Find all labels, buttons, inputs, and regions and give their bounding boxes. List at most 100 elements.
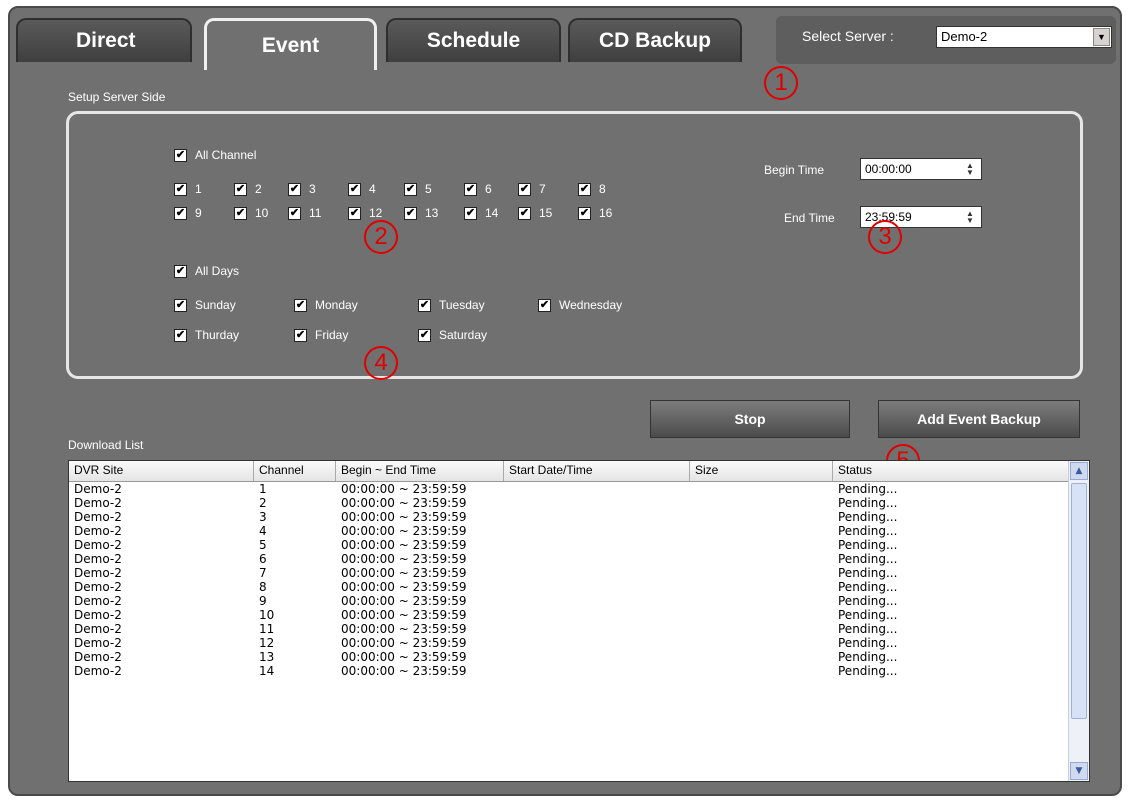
channel-checkbox-5[interactable]: ✔ 5 xyxy=(404,182,432,196)
day-checkbox-friday[interactable]: ✔ Friday xyxy=(294,328,348,342)
cell-start-datetime xyxy=(504,636,690,650)
cell-channel: 1 xyxy=(259,482,267,496)
day-label: Monday xyxy=(315,298,358,312)
table-row[interactable]: Demo-2 12 00:00:00 ~ 23:59:59 Pending... xyxy=(69,636,1069,650)
column-header-channel[interactable]: Channel xyxy=(254,461,336,481)
cell-start-datetime xyxy=(504,664,690,678)
table-row[interactable]: Demo-2 1 00:00:00 ~ 23:59:59 Pending... xyxy=(69,482,1069,496)
cell-size xyxy=(690,524,833,538)
channel-label: 2 xyxy=(255,182,262,196)
table-row[interactable]: Demo-2 9 00:00:00 ~ 23:59:59 Pending... xyxy=(69,594,1069,608)
channel-label: 7 xyxy=(539,182,546,196)
table-row[interactable]: Demo-2 7 00:00:00 ~ 23:59:59 Pending... xyxy=(69,566,1069,580)
table-row[interactable]: Demo-2 6 00:00:00 ~ 23:59:59 Pending... xyxy=(69,552,1069,566)
all-days-checkbox[interactable]: ✔ All Days xyxy=(174,264,239,278)
cell-start-datetime xyxy=(504,608,690,622)
scroll-thumb[interactable] xyxy=(1071,483,1087,719)
table-row[interactable]: Demo-2 14 00:00:00 ~ 23:59:59 Pending... xyxy=(69,664,1069,678)
server-selector-group: Select Server : Demo-2 ▼ xyxy=(776,16,1116,64)
table-row[interactable]: Demo-2 11 00:00:00 ~ 23:59:59 Pending... xyxy=(69,622,1069,636)
channel-checkbox-14[interactable]: ✔ 14 xyxy=(464,206,498,220)
channel-checkbox-8[interactable]: ✔ 8 xyxy=(578,182,606,196)
table-row[interactable]: Demo-2 3 00:00:00 ~ 23:59:59 Pending... xyxy=(69,510,1069,524)
stop-button[interactable]: Stop xyxy=(650,400,850,438)
channel-checkbox-10[interactable]: ✔ 10 xyxy=(234,206,268,220)
cell-status: Pending... xyxy=(838,580,898,594)
table-row[interactable]: Demo-2 5 00:00:00 ~ 23:59:59 Pending... xyxy=(69,538,1069,552)
cell-size xyxy=(690,552,833,566)
dropdown-arrow-icon[interactable]: ▼ xyxy=(1093,28,1110,46)
channel-checkbox-12[interactable]: ✔ 12 xyxy=(348,206,382,220)
day-checkbox-thursday[interactable]: ✔ Thurday xyxy=(174,328,239,342)
all-channel-checkbox[interactable]: ✔ All Channel xyxy=(174,148,256,162)
cell-size xyxy=(690,650,833,664)
cell-time-range: 00:00:00 ~ 23:59:59 xyxy=(341,482,467,496)
cell-size xyxy=(690,622,833,636)
list-rows: Demo-2 1 00:00:00 ~ 23:59:59 Pending... Demo… xyxy=(69,482,1069,678)
table-row[interactable]: Demo-2 10 00:00:00 ~ 23:59:59 Pending... xyxy=(69,608,1069,622)
table-row[interactable]: Demo-2 4 00:00:00 ~ 23:59:59 Pending... xyxy=(69,524,1069,538)
channel-label: 1 xyxy=(195,182,202,196)
begin-time-input[interactable]: 00:00:00 ▲ ▼ xyxy=(860,158,982,180)
time-spinner-icon[interactable]: ▲ ▼ xyxy=(961,161,979,177)
channel-checkbox-7[interactable]: ✔ 7 xyxy=(518,182,546,196)
cell-time-range: 00:00:00 ~ 23:59:59 xyxy=(341,566,467,580)
scroll-down-icon[interactable]: ▼ xyxy=(1070,762,1088,780)
table-row[interactable]: Demo-2 13 00:00:00 ~ 23:59:59 Pending... xyxy=(69,650,1069,664)
column-header-size[interactable]: Size xyxy=(690,461,833,481)
cell-time-range: 00:00:00 ~ 23:59:59 xyxy=(341,636,467,650)
tab-cd-backup[interactable]: CD Backup xyxy=(568,18,742,62)
channel-checkbox-2[interactable]: ✔ 2 xyxy=(234,182,262,196)
cell-start-datetime xyxy=(504,650,690,664)
cell-dvr-site: Demo-2 xyxy=(74,496,122,510)
day-checkbox-wednesday[interactable]: ✔ Wednesday xyxy=(538,298,622,312)
channel-label: 4 xyxy=(369,182,376,196)
cell-channel: 6 xyxy=(259,552,267,566)
column-header-start-date-time[interactable]: Start Date/Time xyxy=(504,461,690,481)
channel-checkbox-13[interactable]: ✔ 13 xyxy=(404,206,438,220)
cell-start-datetime xyxy=(504,594,690,608)
day-label: Friday xyxy=(315,328,349,342)
cell-dvr-site: Demo-2 xyxy=(74,636,122,650)
server-label: Select Server : xyxy=(802,28,894,44)
channel-checkbox-9[interactable]: ✔ 9 xyxy=(174,206,202,220)
cell-size xyxy=(690,496,833,510)
channel-checkbox-1[interactable]: ✔ 1 xyxy=(174,182,202,196)
time-spinner-icon[interactable]: ▲ ▼ xyxy=(961,209,979,225)
channel-checkbox-15[interactable]: ✔ 15 xyxy=(518,206,552,220)
channel-label: 8 xyxy=(599,182,606,196)
column-header-dvr-site[interactable]: DVR Site xyxy=(69,461,254,481)
channel-checkbox-4[interactable]: ✔ 4 xyxy=(348,182,376,196)
day-checkbox-sunday[interactable]: ✔ Sunday xyxy=(174,298,236,312)
tab-schedule[interactable]: Schedule xyxy=(386,18,561,62)
day-checkbox-monday[interactable]: ✔ Monday xyxy=(294,298,358,312)
app-window: Direct Event Schedule CD Backup Select S… xyxy=(8,6,1122,796)
scroll-up-icon[interactable]: ▲ xyxy=(1070,462,1088,480)
checkbox-check-icon: ✔ xyxy=(464,182,477,196)
channel-checkbox-3[interactable]: ✔ 3 xyxy=(288,182,316,196)
table-row[interactable]: Demo-2 8 00:00:00 ~ 23:59:59 Pending... xyxy=(69,580,1069,594)
channel-checkbox-6[interactable]: ✔ 6 xyxy=(464,182,492,196)
channel-label: 11 xyxy=(309,206,322,220)
channel-checkbox-11[interactable]: ✔ 11 xyxy=(288,206,321,220)
cell-start-datetime xyxy=(504,482,690,496)
table-row[interactable]: Demo-2 2 00:00:00 ~ 23:59:59 Pending... xyxy=(69,496,1069,510)
download-list[interactable]: DVR Site Channel Begin ~ End Time Start … xyxy=(68,460,1090,782)
list-scrollbar[interactable]: ▲ ▼ xyxy=(1068,461,1089,781)
setup-title: Setup Server Side xyxy=(68,90,166,104)
checkbox-check-icon: ✔ xyxy=(174,206,187,220)
cell-start-datetime xyxy=(504,566,690,580)
day-checkbox-saturday[interactable]: ✔ Saturday xyxy=(418,328,487,342)
cell-channel: 4 xyxy=(259,524,267,538)
checkbox-check-icon: ✔ xyxy=(174,298,187,312)
column-header-status[interactable]: Status xyxy=(833,461,1069,481)
tab-event[interactable]: Event xyxy=(204,18,377,70)
add-event-backup-button[interactable]: Add Event Backup xyxy=(878,400,1080,438)
day-checkbox-tuesday[interactable]: ✔ Tuesday xyxy=(418,298,485,312)
channel-checkbox-16[interactable]: ✔ 16 xyxy=(578,206,612,220)
server-select[interactable]: Demo-2 ▼ xyxy=(936,26,1112,48)
column-header-begin-end-time[interactable]: Begin ~ End Time xyxy=(336,461,504,481)
tab-direct[interactable]: Direct xyxy=(16,18,192,62)
cell-size xyxy=(690,664,833,678)
checkbox-check-icon: ✔ xyxy=(288,182,301,196)
